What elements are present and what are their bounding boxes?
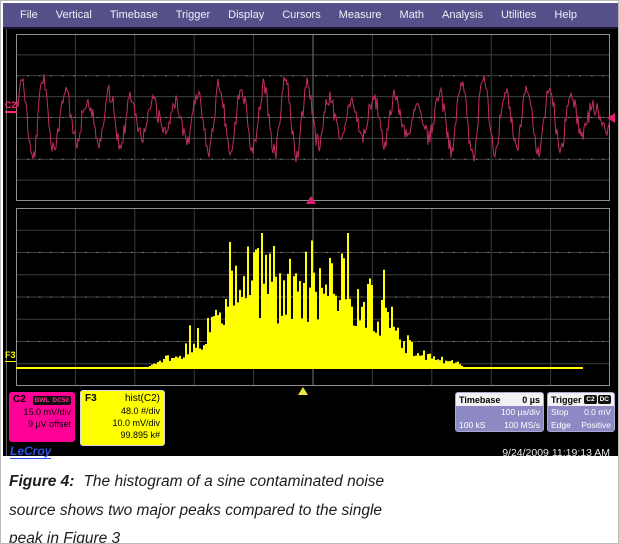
timebase-title: Timebase [459, 395, 500, 405]
trigger-level-marker-icon[interactable] [607, 113, 615, 123]
f3-descriptor-title: F3 [85, 393, 97, 405]
f3-horizontal-scale-readout: 10.0 mV/div [85, 417, 160, 429]
menu-item-analysis[interactable]: Analysis [433, 9, 492, 21]
figure-caption: Figure 4: The histogram of a sine contami… [1, 456, 619, 544]
trigger-time-marker-icon[interactable] [306, 196, 316, 204]
menu-item-cursors[interactable]: Cursors [273, 9, 330, 21]
c2-offset-readout: 9 µV offset [13, 418, 71, 430]
lower-graticule [16, 208, 610, 386]
timebase-rate-readout: 100 MS/s [504, 419, 540, 432]
screen-left-divider [6, 29, 7, 456]
menu-item-utilities[interactable]: Utilities [492, 9, 545, 21]
f3-histogram-trace [16, 208, 610, 386]
menu-item-help[interactable]: Help [545, 9, 586, 21]
menu-item-timebase[interactable]: Timebase [101, 9, 167, 21]
timebase-scale-readout: 100 µs/div [501, 406, 540, 419]
trigger-summary-box[interactable]: Trigger C2 DC Stop 0.0 mV Edge Positive [547, 392, 615, 432]
menu-item-measure[interactable]: Measure [330, 9, 391, 21]
trigger-type-readout: Edge [551, 419, 571, 432]
trigger-slope-readout: Positive [581, 419, 611, 432]
timebase-summary-box[interactable]: Timebase 0 µs 100 µs/div 100 kS 100 MS/s [455, 392, 544, 432]
c2-coupling-badge: BWL DC50 [33, 396, 71, 405]
f3-vertical-scale-readout: 48.0 #/div [85, 405, 160, 417]
figure-caption-line2: source shows two major peaks compared to… [9, 497, 608, 526]
timebase-samples-readout: 100 kS [459, 419, 485, 432]
oscilloscope-window: File Vertical Timebase Trigger Display C… [3, 3, 618, 456]
upper-graticule [16, 34, 610, 201]
f3-trace-label[interactable]: F3 [5, 351, 16, 362]
menu-item-trigger[interactable]: Trigger [167, 9, 219, 21]
menu-item-file[interactable]: File [11, 9, 47, 21]
timebase-delay-readout: 0 µs [522, 395, 540, 405]
trigger-level-readout: 0.0 mV [584, 406, 611, 419]
menu-item-vertical[interactable]: Vertical [47, 9, 101, 21]
menu-item-display[interactable]: Display [219, 9, 273, 21]
c2-descriptor-title: C2 [13, 394, 26, 406]
f3-population-readout: 99.895 k# [85, 429, 160, 441]
c2-waveform-trace [16, 34, 610, 201]
trigger-title: Trigger [551, 395, 582, 405]
trigger-mode-readout: Stop [551, 406, 569, 419]
figure-caption-label: Figure 4: [9, 473, 74, 490]
figure-caption-line3: peak in Figure 3 [9, 525, 608, 544]
f3-descriptor-box[interactable]: F3 hist(C2) 48.0 #/div 10.0 mV/div 99.89… [80, 390, 165, 446]
c2-scale-readout: 15.0 mV/div [13, 406, 71, 418]
menu-item-math[interactable]: Math [391, 9, 433, 21]
f3-function-readout: hist(C2) [125, 393, 160, 405]
histogram-center-marker-icon[interactable] [298, 387, 308, 395]
figure-caption-line1: The histogram of a sine contaminated noi… [83, 473, 384, 490]
scope-display-area: C2 F3 C2 BWL DC50 15.0 mV/div 9 µV offse… [3, 29, 618, 456]
menu-bar: File Vertical Timebase Trigger Display C… [3, 3, 618, 29]
c2-descriptor-box[interactable]: C2 BWL DC50 15.0 mV/div 9 µV offset [9, 392, 75, 442]
figure-4: File Vertical Timebase Trigger Display C… [0, 0, 619, 544]
c2-trace-label[interactable]: C2 [5, 101, 17, 113]
trigger-source-badge: C2 DC [584, 395, 611, 404]
